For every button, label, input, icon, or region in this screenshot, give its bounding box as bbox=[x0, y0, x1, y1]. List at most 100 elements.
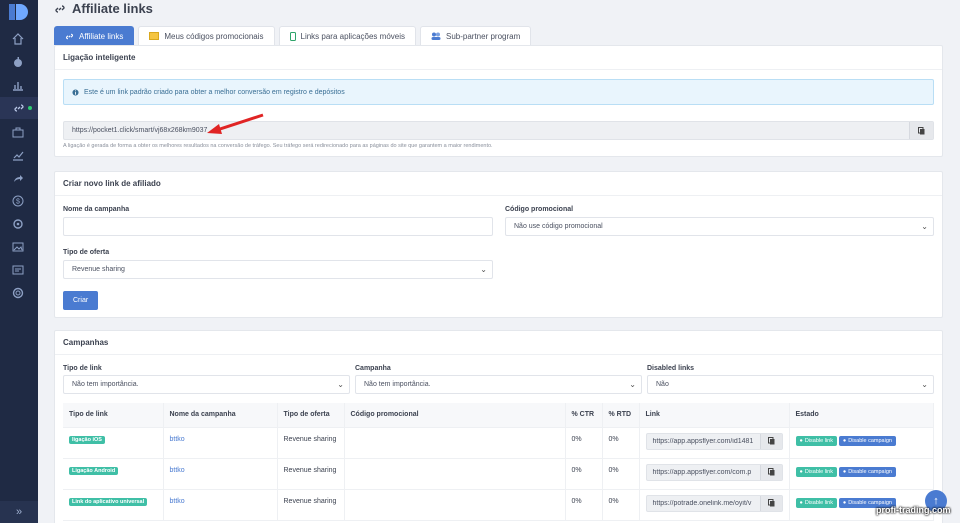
id-card-icon[interactable] bbox=[10, 263, 26, 277]
dollar-icon[interactable]: $ bbox=[10, 194, 26, 208]
copy-button[interactable] bbox=[759, 433, 782, 449]
offer-cell: Revenue sharing bbox=[277, 489, 345, 521]
campaign-name-link[interactable]: bttko bbox=[170, 467, 185, 474]
tab-mobile-links[interactable]: Links para aplicações móveis bbox=[278, 26, 416, 45]
apple-icon[interactable] bbox=[10, 55, 26, 69]
offer-type-value: Revenue sharing bbox=[72, 266, 125, 273]
sidebar-expand-button[interactable]: » bbox=[0, 501, 38, 523]
column-header: % CTR bbox=[565, 403, 603, 428]
link-field[interactable]: https://potrade.onelink.me/oyit/v bbox=[645, 494, 783, 512]
tab-promo-codes[interactable]: Meus códigos promocionais bbox=[138, 26, 275, 45]
copy-icon bbox=[767, 499, 774, 507]
settings-icon[interactable] bbox=[10, 217, 26, 231]
users-icon bbox=[431, 32, 441, 40]
filter-campaign-select[interactable]: Não tem importância. ⌄ bbox=[355, 375, 642, 394]
link-field[interactable]: https://app.appsflyer.com/com.p bbox=[645, 463, 783, 481]
table-header-row: Tipo de link Nome da campanha Tipo de of… bbox=[63, 403, 934, 428]
tab-label: Sub-partner program bbox=[446, 31, 521, 41]
campaign-name-link[interactable]: bttko bbox=[170, 498, 185, 505]
smart-link-field[interactable]: https://pocket1.click/smart/vj68x268km90… bbox=[63, 121, 934, 140]
tabs: Affiliate links Meus códigos promocionai… bbox=[54, 26, 532, 45]
disable-campaign-button[interactable]: ● Disable campaign bbox=[838, 466, 896, 477]
page-title: Affiliate links bbox=[54, 1, 153, 16]
briefcase-icon[interactable] bbox=[10, 125, 26, 139]
campaign-name-input[interactable] bbox=[63, 217, 493, 236]
eye-icon: ● bbox=[799, 468, 803, 475]
campaign-name-label: Nome da campanha bbox=[63, 206, 130, 213]
column-header: Estado bbox=[789, 403, 934, 428]
eye-icon: ● bbox=[842, 437, 847, 444]
watermark: profi-trading.com bbox=[876, 505, 951, 515]
link-cell: https://app.appsflyer.com/com.p bbox=[639, 458, 790, 490]
filter-value: Não bbox=[656, 381, 669, 388]
eye-icon: ● bbox=[799, 437, 803, 444]
eye-icon: ● bbox=[799, 499, 803, 506]
smart-link-card: Ligação inteligente Este é um link padrã… bbox=[54, 45, 943, 157]
chevron-down-icon: ⌄ bbox=[480, 265, 487, 274]
link-url[interactable]: https://app.appsflyer.com/com.p bbox=[647, 469, 760, 476]
filter-disabled-select[interactable]: Não ⌄ bbox=[647, 375, 934, 394]
campaign-name-link[interactable]: bttko bbox=[170, 436, 185, 443]
link-type-cell: Link do aplicativo universal bbox=[63, 489, 164, 521]
eye-icon: ● bbox=[842, 468, 847, 475]
ctr-cell: 0% bbox=[565, 458, 603, 490]
active-dot bbox=[28, 106, 32, 110]
promo-code-value: Não use código promocional bbox=[514, 223, 603, 230]
chart-icon[interactable] bbox=[10, 78, 26, 92]
rtd-cell: 0% bbox=[602, 458, 640, 490]
tab-affiliate-links[interactable]: Affiliate links bbox=[54, 26, 135, 45]
ctr-cell: 0% bbox=[565, 489, 603, 521]
column-header: Link bbox=[639, 403, 790, 428]
sidebar: $ » bbox=[0, 0, 38, 523]
info-icon bbox=[72, 88, 79, 96]
image-icon[interactable] bbox=[10, 240, 26, 254]
disable-link-label: Disable link bbox=[804, 468, 833, 475]
offer-type-select[interactable]: Revenue sharing ⌄ bbox=[63, 260, 493, 279]
info-text: Este é um link padrão criado para obter … bbox=[84, 88, 345, 96]
share-icon[interactable] bbox=[10, 171, 26, 185]
support-icon[interactable] bbox=[10, 286, 26, 300]
copy-icon bbox=[767, 437, 774, 445]
link-icon bbox=[65, 33, 74, 39]
smart-link-url[interactable]: https://pocket1.click/smart/vj68x268km90… bbox=[64, 127, 909, 134]
ticket-icon bbox=[149, 32, 160, 40]
link-url[interactable]: https://potrade.onelink.me/oyit/v bbox=[647, 500, 760, 507]
offer-type-label: Tipo de oferta bbox=[63, 249, 110, 256]
tab-sub-partner[interactable]: Sub-partner program bbox=[420, 26, 532, 45]
offer-cell: Revenue sharing bbox=[277, 427, 345, 459]
copy-button[interactable] bbox=[909, 122, 933, 139]
smart-link-note: A ligação é gerada de forma a obter os m… bbox=[63, 143, 493, 149]
disable-link-button[interactable]: ● Disable link bbox=[795, 435, 837, 446]
disable-campaign-button[interactable]: ● Disable campaign bbox=[838, 435, 896, 446]
disable-link-label: Disable link bbox=[804, 437, 833, 444]
trend-icon[interactable] bbox=[10, 148, 26, 162]
rtd-cell: 0% bbox=[602, 489, 640, 521]
copy-button[interactable] bbox=[759, 464, 782, 480]
filter-link-type-select[interactable]: Não tem importância. ⌄ bbox=[63, 375, 350, 394]
phone-icon bbox=[289, 31, 296, 41]
campaigns-card: Campanhas Tipo de link Não tem importânc… bbox=[54, 330, 943, 523]
chevron-down-icon: ⌄ bbox=[337, 380, 344, 389]
card-title: Campanhas bbox=[55, 331, 942, 355]
promo-cell bbox=[344, 427, 566, 459]
home-icon[interactable] bbox=[10, 32, 26, 46]
disable-link-button[interactable]: ● Disable link bbox=[795, 497, 837, 508]
annotation-arrow bbox=[207, 113, 264, 134]
disable-link-button[interactable]: ● Disable link bbox=[795, 466, 837, 477]
create-button[interactable]: Criar bbox=[63, 291, 99, 310]
rtd-cell: 0% bbox=[602, 427, 640, 459]
ctr-cell: 0% bbox=[565, 427, 603, 459]
link-field[interactable]: https://app.appsflyer.com/id1481 bbox=[645, 432, 783, 450]
filter-value: Não tem importância. bbox=[72, 381, 139, 388]
table-row: Ligação Android bttko Revenue sharing 0%… bbox=[63, 458, 934, 490]
offer-cell: Revenue sharing bbox=[277, 458, 345, 490]
copy-button[interactable] bbox=[759, 495, 782, 511]
state-cell: ● Disable link ● Disable campaign bbox=[789, 458, 934, 490]
campaign-name-cell: bttko bbox=[163, 458, 278, 490]
filter-disabled-label: Disabled links bbox=[647, 365, 695, 372]
link-url[interactable]: https://app.appsflyer.com/id1481 bbox=[647, 438, 760, 445]
link-icon[interactable] bbox=[0, 97, 38, 119]
link-cell: https://app.appsflyer.com/id1481 bbox=[639, 427, 790, 459]
table-row: Link do aplicativo universal bttko Reven… bbox=[63, 489, 934, 521]
promo-code-select[interactable]: Não use código promocional ⌄ bbox=[505, 217, 934, 236]
